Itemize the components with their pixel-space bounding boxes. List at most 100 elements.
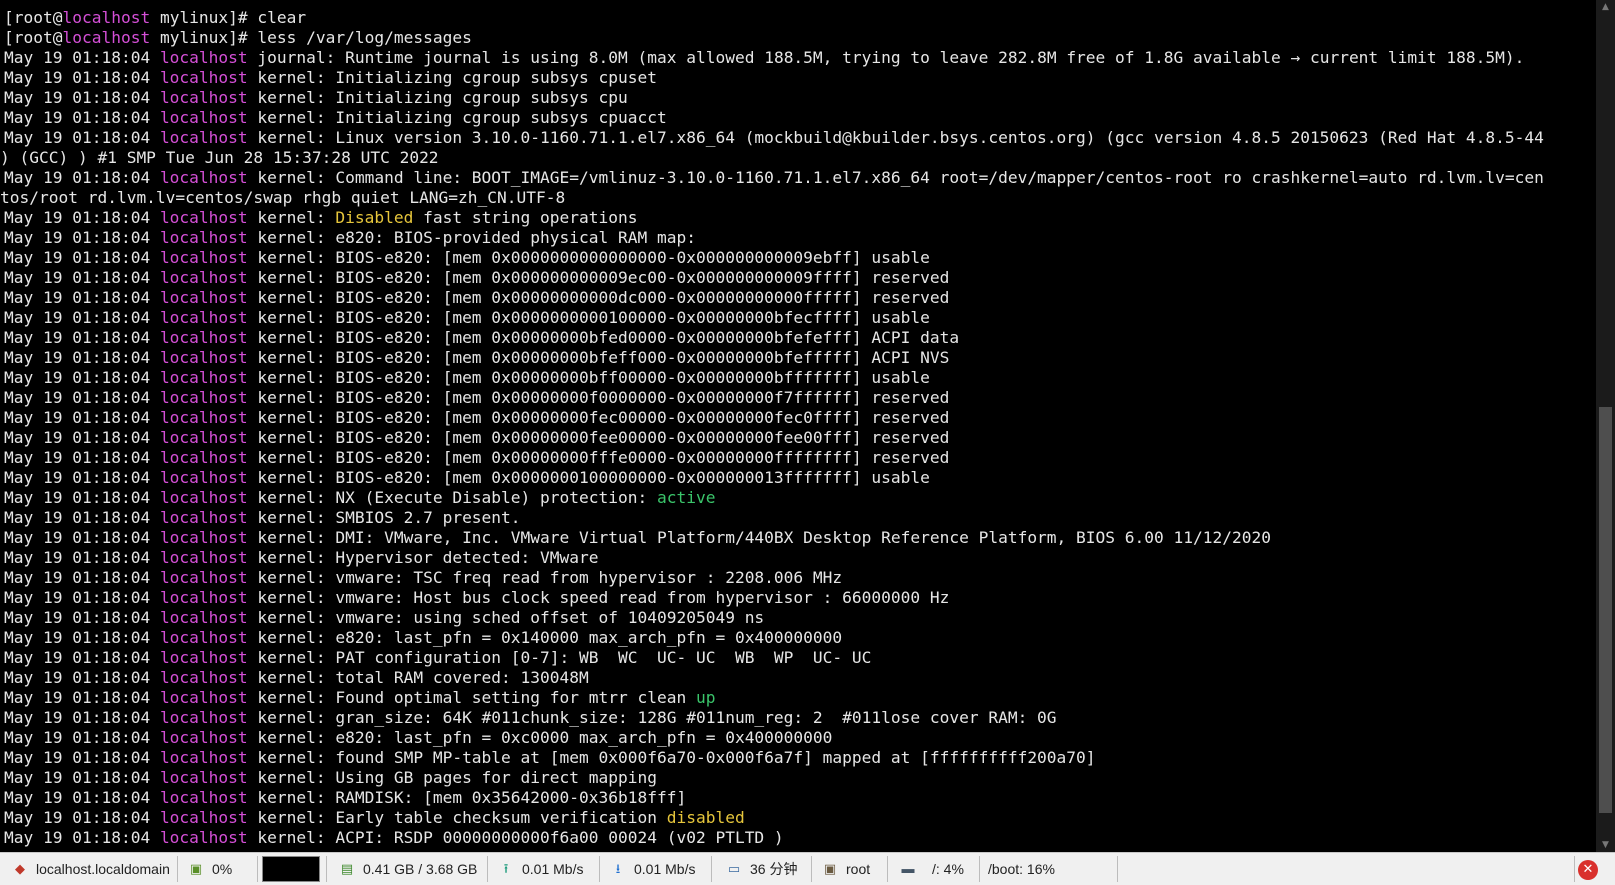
log-space [248, 288, 258, 307]
log-message: kernel: e820: last_pfn = 0x140000 max_ar… [257, 628, 843, 647]
log-timestamp: May 19 01:18:04 [4, 548, 160, 567]
hostname-item[interactable]: ◆ localhost.localdomain [2, 856, 178, 882]
memory-usage-label: 0.41 GB / 3.68 GB [363, 861, 478, 877]
log-host: localhost [159, 828, 248, 847]
log-timestamp: May 19 01:18:04 [4, 88, 160, 107]
log-host: localhost [159, 568, 248, 587]
log-keyword: up [695, 688, 716, 707]
log-message: kernel: e820: last_pfn = 0xc0000 max_arc… [257, 728, 833, 747]
log-space [248, 728, 258, 747]
log-message: kernel: BIOS-e820: [mem 0x00000000bfeff0… [257, 348, 950, 367]
prompt-dir: mylinux]# [150, 8, 258, 27]
log-message: kernel: vmware: TSC freq read from hyper… [257, 568, 843, 587]
disk-boot-item[interactable]: /boot: 16% [980, 856, 1118, 882]
log-line: May 19 01:18:04 localhost kernel: Initia… [4, 68, 657, 88]
disk-boot-label: /boot: 16% [988, 861, 1055, 877]
log-host: localhost [159, 208, 248, 227]
log-timestamp: May 19 01:18:04 [4, 708, 160, 727]
log-host: localhost [159, 548, 248, 567]
memory-item[interactable]: ▤ 0.41 GB / 3.68 GB [326, 856, 488, 882]
vertical-scrollbar[interactable]: ▲ ▼ [1596, 0, 1615, 852]
log-host: localhost [159, 328, 248, 347]
log-space [248, 528, 258, 547]
uptime-item[interactable]: ▭ 36 分钟 [712, 856, 812, 882]
log-keyword: disabled [666, 808, 745, 827]
scroll-up-arrow-icon[interactable]: ▲ [1596, 0, 1615, 14]
log-host: localhost [159, 308, 248, 327]
log-line: May 19 01:18:04 localhost kernel: Initia… [4, 88, 628, 108]
log-message: kernel: Hypervisor detected: VMware [257, 548, 599, 567]
log-line: May 19 01:18:04 localhost kernel: Comman… [4, 168, 1544, 188]
log-host: localhost [159, 128, 248, 147]
log-host: localhost [159, 268, 248, 287]
status-bar: ◆ localhost.localdomain ▣ 0% ▤ 0.41 GB /… [0, 852, 1615, 885]
log-line: May 19 01:18:04 localhost kernel: BIOS-e… [4, 348, 949, 368]
log-line: May 19 01:18:04 localhost kernel: e820: … [4, 628, 842, 648]
log-line-wrap: ) (GCC) ) #1 SMP Tue Jun 28 15:37:28 UTC… [0, 148, 439, 168]
log-host: localhost [159, 288, 248, 307]
log-line: May 19 01:18:04 localhost kernel: SMBIOS… [4, 508, 521, 528]
log-line: May 19 01:18:04 localhost kernel: Linux … [4, 128, 1544, 148]
command-text: less /var/log/messages [257, 28, 472, 47]
log-host: localhost [159, 428, 248, 447]
log-timestamp: May 19 01:18:04 [4, 168, 160, 187]
log-timestamp: May 19 01:18:04 [4, 208, 160, 227]
uptime-label: 36 分钟 [750, 861, 798, 877]
scrollbar-thumb[interactable] [1599, 407, 1612, 813]
log-message: ) (GCC) ) #1 SMP Tue Jun 28 15:37:28 UTC… [0, 148, 439, 167]
log-message: kernel: BIOS-e820: [mem 0x00000001000000… [257, 468, 930, 487]
terminal-output[interactable]: [root@localhost mylinux]# clear [root@loc… [0, 0, 1596, 852]
log-host: localhost [159, 88, 248, 107]
log-timestamp: May 19 01:18:04 [4, 528, 160, 547]
log-host: localhost [159, 508, 248, 527]
log-message: kernel: vmware: Host bus clock speed rea… [257, 588, 950, 607]
log-line: May 19 01:18:04 localhost kernel: ACPI: … [4, 828, 784, 848]
user-item[interactable]: ▣ root [812, 856, 888, 882]
log-space [248, 408, 258, 427]
log-timestamp: May 19 01:18:04 [4, 648, 160, 667]
upload-arrow-icon: ⭱ [503, 861, 509, 876]
log-line: May 19 01:18:04 localhost kernel: vmware… [4, 568, 842, 588]
log-space [248, 228, 258, 247]
command-text: clear [257, 8, 307, 27]
log-line: May 19 01:18:04 localhost kernel: e820: … [4, 228, 696, 248]
log-line: May 19 01:18:04 localhost kernel: Early … [4, 808, 745, 828]
log-timestamp: May 19 01:18:04 [4, 628, 160, 647]
prompt-dir: mylinux]# [150, 28, 258, 47]
scroll-down-arrow-icon[interactable]: ▼ [1596, 838, 1615, 852]
log-message: kernel: [257, 208, 336, 227]
log-timestamp: May 19 01:18:04 [4, 448, 160, 467]
log-timestamp: May 19 01:18:04 [4, 128, 160, 147]
log-host: localhost [159, 808, 248, 827]
log-line: May 19 01:18:04 localhost kernel: BIOS-e… [4, 388, 949, 408]
log-timestamp: May 19 01:18:04 [4, 68, 160, 87]
disk-root-item[interactable]: ▬ /: 4% [888, 856, 980, 882]
log-host: localhost [159, 648, 248, 667]
log-message: 188.5M, trying to leave 282.8M free of 1… [754, 48, 1525, 67]
log-message: kernel: e820: BIOS-provided physical RAM… [257, 228, 696, 247]
log-timestamp: May 19 01:18:04 [4, 728, 160, 747]
close-icon[interactable]: ✕ [1578, 860, 1598, 880]
log-line: May 19 01:18:04 localhost kernel: found … [4, 748, 1096, 768]
log-line: May 19 01:18:04 localhost kernel: PAT co… [4, 648, 871, 668]
log-space [248, 88, 258, 107]
log-message: kernel: BIOS-e820: [mem 0x00000000000dc0… [257, 288, 950, 307]
upload-item[interactable]: ⭱ 0.01 Mb/s [488, 856, 600, 882]
log-line: May 19 01:18:04 localhost kernel: Initia… [4, 108, 667, 128]
prompt-host: localhost [62, 28, 151, 47]
download-item[interactable]: ⭳ 0.01 Mb/s [600, 856, 712, 882]
log-message: kernel: Linux version 3.10.0-1160.71.1.e… [257, 128, 1544, 147]
log-host: localhost [159, 688, 248, 707]
log-host: localhost [159, 368, 248, 387]
log-message: kernel: BIOS-e820: [mem 0x00000000000000… [257, 248, 930, 267]
log-timestamp: May 19 01:18:04 [4, 608, 160, 627]
cpu-item[interactable]: ▣ 0% [178, 856, 258, 882]
log-line: May 19 01:18:04 localhost kernel: BIOS-e… [4, 328, 959, 348]
log-host: localhost [159, 608, 248, 627]
download-arrow-icon: ⭳ [615, 861, 621, 876]
log-host: localhost [159, 408, 248, 427]
log-space [248, 488, 258, 507]
log-message: fast string operations [413, 208, 638, 227]
log-host: localhost [159, 748, 248, 767]
log-space [248, 368, 258, 387]
